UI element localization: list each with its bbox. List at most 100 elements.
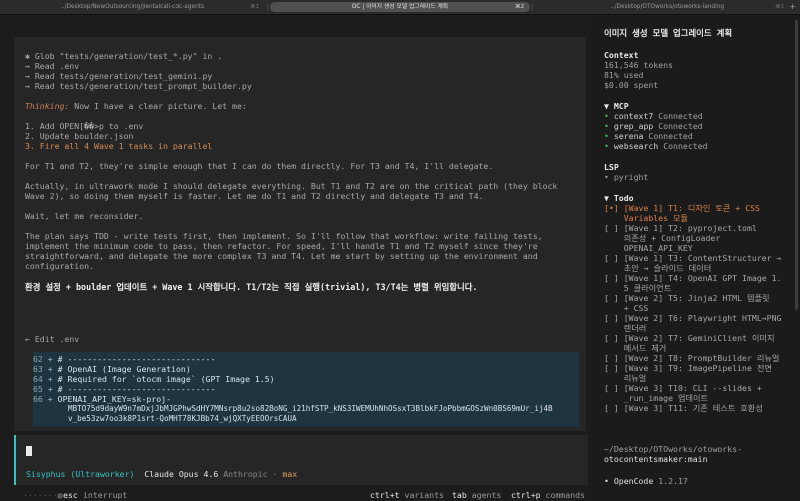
context-used: 81% used	[604, 70, 644, 80]
tab-title: ../Desktop/NewOutsourcing/jlentalcall-cd…	[60, 4, 205, 10]
active-tab-pill: OC | 이미지 생성 모델 업그레이드 계획	[270, 2, 530, 12]
thinking-text: Now I have a clear picture. Let me:	[69, 101, 247, 111]
todo-item: [•] [Wave 1] T1: 디자인 토큰 + CSS	[604, 203, 760, 213]
paragraph-line: straightforward, and delegate the more c…	[25, 251, 538, 261]
todo-item-continued: + CSS	[623, 303, 649, 313]
paragraph-line: The plan says TDD - write tests first, t…	[25, 231, 543, 241]
tool-call-glob: ✱ Glob "tests/generation/test_*.py" in .	[25, 51, 223, 61]
esc-label: interrupt	[83, 490, 128, 500]
diff-line: 63 + # OpenAI (Image Generation)	[33, 364, 191, 374]
todo-checkbox: [ ]	[604, 273, 619, 283]
todo-item-continued: 5 클라이언트	[623, 283, 672, 293]
tab-shortcut: ⌘3	[775, 4, 784, 10]
tool-call-read: → Read tests/generation/test_prompt_buil…	[25, 81, 252, 91]
tab-bar: ../Desktop/NewOutsourcing/jlentalcall-cd…	[0, 0, 800, 15]
todo-checkbox: [ ]	[604, 353, 619, 363]
todo-item: [ ] [Wave 1] T2: pyproject.toml	[604, 223, 757, 233]
todo-item: [ ] [Wave 2] T6: Playwright HTML→PNG	[604, 313, 782, 323]
todo-item-continued: 렌더러	[623, 323, 647, 333]
variant-name[interactable]: max	[282, 469, 297, 479]
status-bar: ·······■ esc interrupt ctrl+t variants t…	[0, 488, 592, 501]
hint-commands[interactable]: ctrl+p commands	[511, 490, 585, 500]
paragraph-line: configuration.	[25, 261, 95, 271]
model-name[interactable]: Claude Opus 4.6	[144, 469, 218, 479]
todo-item-continued: Variables 모듈	[623, 213, 689, 223]
todo-item: [ ] [Wave 2] T5: Jinja2 HTML 템플릿	[604, 293, 770, 303]
tab-divider	[532, 3, 533, 11]
tab-title: OC | 이미지 생성 모델 업그레이드 계획	[351, 4, 449, 10]
tab-divider	[267, 3, 268, 11]
diff-line-wrap: v_be53zw7oo3k8P1srt-QoMHT78KJBb74_wjQXTy…	[68, 414, 297, 423]
app-version: • OpenCode 1.2.17	[604, 476, 688, 486]
paragraph-line: Wave 2), so doing them myself is faster.…	[25, 191, 484, 201]
context-tokens: 161,546 tokens	[604, 60, 674, 70]
text-cursor	[26, 446, 32, 456]
mcp-heading[interactable]: ▼ MCP	[604, 101, 629, 111]
tab-shortcut: ⌘2	[515, 4, 524, 10]
conversation-panel: ✱ Glob "tests/generation/test_*.py" in .…	[14, 37, 586, 327]
todo-item: [ ] [Wave 1] T4: OpenAI GPT Image 1.	[604, 273, 782, 283]
esc-key: esc	[63, 490, 78, 500]
thinking-line: Thinking: Now I have a clear picture. Le…	[25, 101, 247, 111]
main-terminal: ✱ Glob "tests/generation/test_*.py" in .…	[0, 15, 592, 501]
progress-dots: ·······■	[23, 490, 63, 500]
todo-item: [ ] [Wave 3] T10: CLI --slides +	[604, 383, 762, 393]
context-heading: Context	[604, 50, 639, 60]
tab-title: ../Desktop/OTOworks/otoworks-landing	[610, 4, 725, 10]
lsp-item: • pyright	[604, 172, 649, 182]
todo-item-continued: 메서드 제거	[623, 343, 667, 353]
mcp-item: • websearch Connected	[604, 141, 708, 151]
tab-dentalcall-cdc-agents[interactable]: ../Desktop/NewOutsourcing/jlentalcall-cd…	[0, 0, 265, 14]
todo-heading[interactable]: ▼ Todo	[604, 193, 634, 203]
step-item: 2. Update boulder.json	[25, 131, 134, 141]
todo-checkbox: [ ]	[604, 383, 619, 393]
hint-variants[interactable]: ctrl+t variants	[370, 490, 444, 500]
diff-line: 64 + # Required for `otocm image` (GPT I…	[33, 374, 275, 384]
tool-call-read: → Read .env	[25, 61, 80, 71]
todo-checkbox: [ ]	[604, 253, 619, 263]
todo-checkbox: [ ]	[604, 363, 619, 373]
todo-checkbox: [ ]	[604, 293, 619, 303]
edit-title[interactable]: ← Edit .env	[25, 334, 79, 344]
lsp-heading: LSP	[604, 162, 619, 172]
paragraph-line: Wait, let me reconsider.	[25, 211, 144, 221]
tab-active-plan[interactable]: OC | 이미지 생성 모델 업그레이드 계획 ⌘2	[270, 0, 530, 14]
step-item: 3. Fire all 4 Wave 1 tasks in parallel	[25, 141, 213, 151]
todo-item: [ ] [Wave 3] T9: ImagePipeline 전면	[604, 363, 772, 373]
prompt-input[interactable]: Sisyphus (Ultraworker) Claude Opus 4.6 A…	[14, 435, 588, 485]
hint-agents[interactable]: tab agents	[452, 490, 501, 500]
step-item: 1. Add OPEN[��>p to .env	[25, 121, 144, 131]
diff-line: 62 + # ------------------------------	[33, 354, 216, 364]
mcp-item: • context7 Connected	[604, 111, 703, 121]
todo-checkbox: [ ]	[604, 333, 619, 343]
todo-item-continued: 리뉴얼	[623, 373, 647, 383]
agent-name[interactable]: Sisyphus (Ultraworker)	[26, 469, 134, 479]
mcp-item: • serena Connected	[604, 131, 693, 141]
cwd-path: ~/Desktop/OTOworks/otoworks-	[604, 444, 743, 454]
session-sidebar: 이미지 생성 모델 업그레이드 계획 Context 161,546 token…	[596, 15, 800, 501]
diff-line: 66 + OPENAI_API_KEY=sk-proj-	[33, 394, 172, 404]
todo-item: [ ] [Wave 2] T8: PromptBuilder 리뉴얼	[604, 353, 780, 363]
paragraph-line: Actually, in ultrawork mode I should del…	[25, 181, 558, 191]
session-title: 이미지 생성 모델 업그레이드 계획	[604, 28, 733, 38]
paragraph-line: For T1 and T2, they're simple enough tha…	[25, 161, 494, 171]
sidebar-scrollbar[interactable]	[795, 20, 798, 310]
tab-otoworks-landing[interactable]: ../Desktop/OTOworks/otoworks-landing ⌘3	[535, 0, 800, 14]
diff-line: 65 + # ------------------------------	[33, 384, 216, 394]
assistant-summary: 환경 설정 + boulder 업데이트 + Wave 1 시작합니다. T1/…	[25, 282, 478, 292]
cwd-branch: otocontentsmaker:main	[604, 454, 708, 464]
agent-model-line: Sisyphus (Ultraworker) Claude Opus 4.6 A…	[26, 469, 298, 479]
mcp-item: • grep_app Connected	[604, 121, 703, 131]
diff-view: 62 + # ------------------------------ 63…	[33, 352, 579, 427]
new-tab-icon[interactable]: +	[789, 0, 796, 14]
todo-item-continued: OPENAI_API_KEY	[623, 243, 693, 253]
todo-item-continued: _run_image 업데이트	[623, 393, 709, 403]
todo-item: [ ] [Wave 3] T11: 기존 테스트 호환성	[604, 403, 763, 413]
todo-item: [ ] [Wave 2] T7: GeminiClient 이미지	[604, 333, 775, 343]
edit-tool-block: ← Edit .env 62 + # ---------------------…	[14, 327, 586, 431]
todo-checkbox: [•]	[604, 203, 619, 213]
tool-call-read: → Read tests/generation/test_gemini.py	[25, 71, 213, 81]
todo-item-continued: 초안 → 슬라이드 데이터	[623, 263, 712, 273]
todo-checkbox: [ ]	[604, 313, 619, 323]
todo-item-continued: 의존성 + ConfigLoader	[623, 233, 721, 243]
